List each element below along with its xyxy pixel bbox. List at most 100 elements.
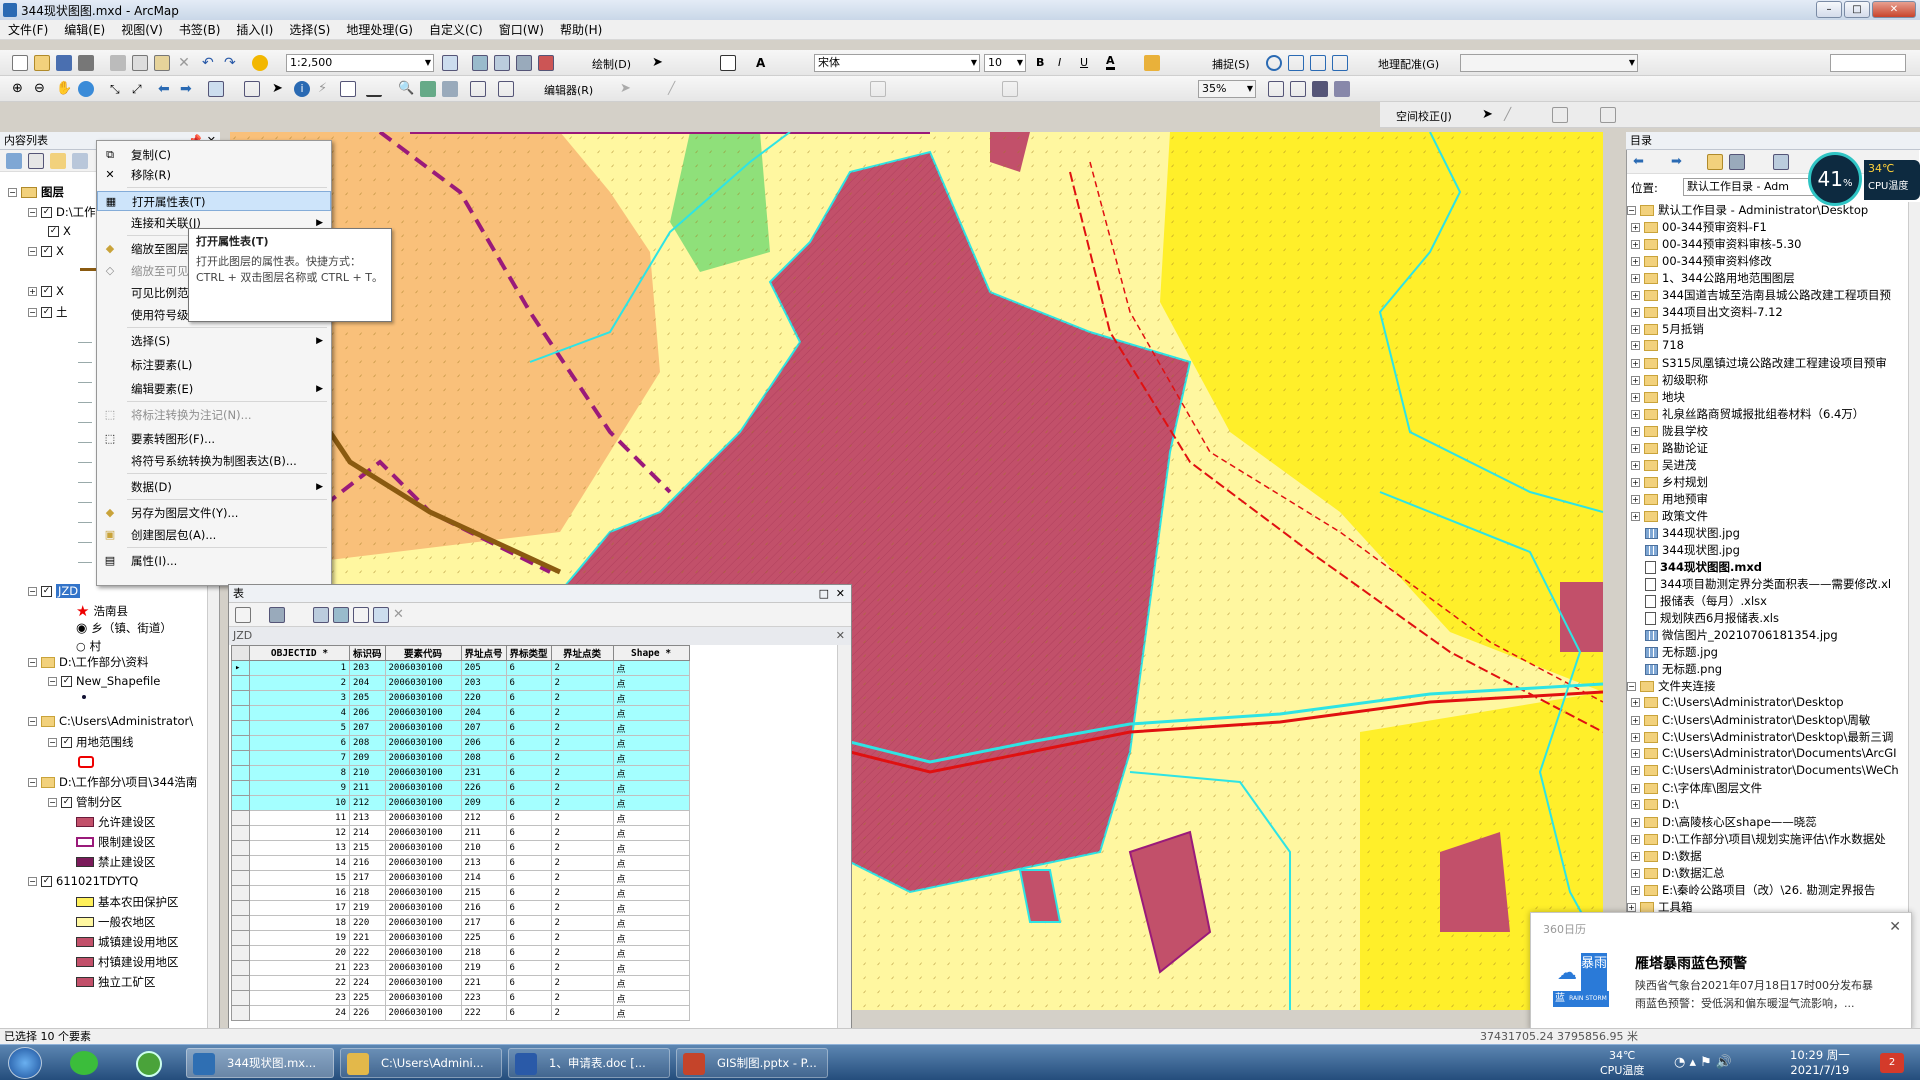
- snapping-menu[interactable]: 捕捉(S): [1212, 56, 1250, 72]
- catalog-connection[interactable]: + C:\Users\Administrator\Documents\ArcGI: [1631, 746, 1897, 760]
- menu-data[interactable]: 数据(D) ▶: [97, 477, 331, 497]
- col-objectid[interactable]: OBJECTID *: [249, 645, 350, 661]
- table-row[interactable]: 23 225 2006030100 223 6 2 点: [231, 990, 690, 1006]
- page-layout-icon[interactable]: [1268, 81, 1284, 97]
- editor-toolbar-icon[interactable]: [442, 55, 458, 71]
- catalog-item[interactable]: 无标题.jpg: [1645, 644, 1718, 660]
- table-options-icon[interactable]: [235, 607, 251, 623]
- notif-close-icon[interactable]: ✕: [1889, 919, 1901, 935]
- expand-toggle[interactable]: +: [1631, 477, 1640, 487]
- menu-convert-symbology[interactable]: 将符号系统转换为制图表达(B)...: [97, 451, 331, 471]
- notification-badge-icon[interactable]: 2: [1880, 1053, 1904, 1073]
- menu-remove[interactable]: ✕ 移除(R): [97, 165, 331, 185]
- toc-layer-x3[interactable]: + ✓ X: [28, 284, 64, 298]
- table-row[interactable]: 17 219 2006030100 216 6 2 点: [231, 900, 690, 916]
- 360-browser-icon[interactable]: [136, 1051, 162, 1077]
- catalog-connection[interactable]: + C:\Users\Administrator\Desktop: [1631, 695, 1844, 709]
- select-elements-icon[interactable]: ➤: [652, 55, 668, 71]
- delete-icon[interactable]: ✕: [176, 55, 192, 71]
- expand-toggle[interactable]: +: [1631, 715, 1640, 725]
- expand-toggle[interactable]: +: [1631, 392, 1640, 402]
- menu-open-attribute-table[interactable]: ▦ 打开属性表(T): [97, 191, 331, 211]
- catalog-item[interactable]: +5月抵销: [1631, 321, 1704, 337]
- paste-icon[interactable]: [154, 55, 170, 71]
- start-button[interactable]: [8, 1047, 42, 1079]
- expand-toggle[interactable]: +: [1631, 375, 1640, 385]
- expand-toggle[interactable]: +: [1631, 494, 1640, 504]
- clear-selection-table-icon[interactable]: [353, 607, 369, 623]
- menu-save-layer-file[interactable]: ◆ 另存为图层文件(Y)...: [97, 503, 331, 523]
- table-row[interactable]: 16 218 2006030100 215 6 2 点: [231, 885, 690, 901]
- catalog-item[interactable]: + 地块: [1631, 389, 1685, 405]
- row-header[interactable]: [231, 960, 250, 976]
- viewer-window-icon[interactable]: [498, 81, 514, 97]
- end-snap-icon[interactable]: [1288, 55, 1304, 71]
- georef-input[interactable]: [1830, 54, 1906, 72]
- catalog-item[interactable]: + 乡村规划: [1631, 474, 1708, 490]
- attributes-icon[interactable]: [870, 81, 886, 97]
- menu-help[interactable]: 帮助(H): [560, 21, 602, 38]
- table-row[interactable]: 3 205 2006030100 220 6 2 点: [231, 690, 690, 706]
- row-header[interactable]: [231, 855, 250, 871]
- taskbar-arcmap[interactable]: 344现状图.mx...: [186, 1048, 334, 1078]
- point-snap-icon[interactable]: [1266, 55, 1282, 71]
- toc-group-users[interactable]: − C:\Users\Administrator\: [28, 714, 193, 728]
- table-row[interactable]: 24 226 2006030100 222 6 2 点: [231, 1005, 690, 1021]
- table-row[interactable]: 22 224 2006030100 221 6 2 点: [231, 975, 690, 991]
- catalog-connection[interactable]: + C:\Users\Administrator\Desktop\周敏: [1631, 712, 1870, 728]
- expand-toggle[interactable]: +: [1631, 799, 1640, 809]
- table-row[interactable]: 21 223 2006030100 219 6 2 点: [231, 960, 690, 976]
- expand-toggle[interactable]: +: [1627, 902, 1636, 912]
- row-header[interactable]: [231, 990, 250, 1006]
- row-header[interactable]: [231, 930, 250, 946]
- list-by-drawing-order-icon[interactable]: [6, 153, 22, 169]
- menu-edit[interactable]: 编辑(E): [64, 21, 105, 38]
- catalog-item[interactable]: + 用地预审: [1631, 491, 1708, 507]
- row-header[interactable]: [231, 690, 250, 706]
- menu-create-layer-package[interactable]: ▣ 创建图层包(A)...: [97, 525, 331, 545]
- georef-layer-combo[interactable]: ▼: [1460, 54, 1638, 72]
- toc-window-icon[interactable]: [472, 55, 488, 71]
- row-header[interactable]: [231, 840, 250, 856]
- catalog-item[interactable]: 规划陕西6月报储表.xls: [1645, 610, 1779, 626]
- table-row[interactable]: 8 210 2006030100 231 6 2 点: [231, 765, 690, 781]
- row-header[interactable]: [231, 750, 250, 766]
- menu-geoprocessing[interactable]: 地理处理(G): [346, 21, 413, 38]
- row-header[interactable]: [231, 915, 250, 931]
- catalog-location-combo[interactable]: 默认工作目录 - Adm: [1683, 178, 1823, 196]
- toc-layer-land-boundary[interactable]: − ✓ 用地范围线: [48, 734, 134, 750]
- table-row[interactable]: 5 207 2006030100 207 6 2 点: [231, 720, 690, 736]
- menu-edit-features[interactable]: 编辑要素(E) ▶: [97, 379, 331, 399]
- catalog-item[interactable]: +1、344公路用地范围图层: [1631, 270, 1795, 286]
- html-popup-icon[interactable]: [340, 81, 356, 97]
- route-icon[interactable]: [420, 81, 436, 97]
- switch-selection-icon[interactable]: [333, 607, 349, 623]
- table-row[interactable]: 18 220 2006030100 217 6 2 点: [231, 915, 690, 931]
- menu-convert-features-graphics[interactable]: ⬚ 要素转图形(F)...: [97, 429, 331, 449]
- table-close-icon[interactable]: ✕: [836, 585, 845, 602]
- catalog-item[interactable]: + 礼泉丝路商贸城报批组卷材料（6.4万）: [1631, 406, 1864, 422]
- fixed-zoom-out-icon[interactable]: ⤢: [132, 81, 148, 97]
- menu-file[interactable]: 文件(F): [8, 21, 48, 38]
- toc-layer-x2[interactable]: − ✓ X: [28, 244, 64, 258]
- catalog-item[interactable]: 报储表（每月）.xlsx: [1645, 593, 1767, 609]
- col-marker-type[interactable]: 界标类型: [505, 645, 552, 661]
- catalog-scrollbar[interactable]: [1908, 202, 1920, 1028]
- fixed-zoom-in-icon[interactable]: ⤡: [110, 81, 126, 97]
- row-header[interactable]: [231, 825, 250, 841]
- catalog-connect-icon[interactable]: [1729, 154, 1745, 170]
- row-header[interactable]: [231, 1005, 250, 1021]
- time-slider-icon[interactable]: [470, 81, 486, 97]
- table-row[interactable]: 20 222 2006030100 218 6 2 点: [231, 945, 690, 961]
- table-row[interactable]: 10 212 2006030100 209 6 2 点: [231, 795, 690, 811]
- catalog-forward-icon[interactable]: ➡: [1671, 154, 1687, 170]
- expand-toggle[interactable]: +: [1631, 460, 1640, 470]
- catalog-window-icon[interactable]: [494, 55, 510, 71]
- identify-icon[interactable]: i: [294, 81, 310, 97]
- expand-toggle[interactable]: +: [1631, 290, 1640, 300]
- col-point-no[interactable]: 界址点号: [460, 645, 507, 661]
- clear-selection-icon[interactable]: [244, 81, 260, 97]
- expand-toggle[interactable]: −: [1627, 681, 1636, 691]
- zoom-in-icon[interactable]: ⊕: [12, 81, 28, 97]
- toc-layer-tu[interactable]: − ✓ 土: [28, 304, 68, 320]
